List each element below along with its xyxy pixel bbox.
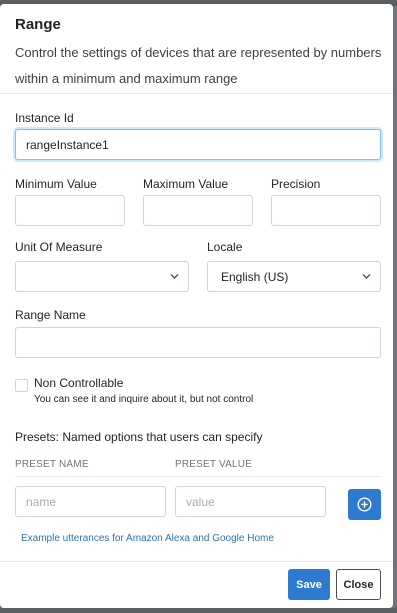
presets-divider	[15, 476, 381, 477]
save-button[interactable]: Save	[288, 569, 330, 600]
unit-of-measure-select[interactable]	[15, 261, 189, 292]
preset-value-input[interactable]	[175, 486, 326, 517]
presets-heading: Presets: Named options that users can sp…	[15, 430, 263, 444]
range-name-label: Range Name	[15, 308, 86, 322]
non-controllable-help: You can see it and inquire about it, but…	[34, 394, 254, 405]
chevron-down-icon	[170, 274, 179, 279]
range-name-input[interactable]	[15, 327, 381, 358]
instance-id-label: Instance Id	[15, 111, 74, 125]
maximum-value-label: Maximum Value	[143, 177, 229, 191]
locale-label: Locale	[207, 240, 243, 254]
instance-id-input[interactable]	[15, 129, 381, 160]
locale-value: English (US)	[221, 270, 289, 284]
plus-circle-icon	[357, 497, 372, 512]
backdrop-bottom	[0, 608, 397, 613]
dialog-description: Control the settings of devices that are…	[15, 45, 382, 86]
maximum-value-input[interactable]	[143, 195, 253, 226]
minimum-value-input[interactable]	[15, 195, 125, 226]
example-utterances-link[interactable]: Example utterances for Amazon Alexa and …	[21, 533, 274, 544]
range-dialog: Range Control the settings of devices th…	[0, 4, 393, 608]
add-preset-button[interactable]	[348, 489, 381, 520]
unit-of-measure-label: Unit Of Measure	[15, 240, 103, 254]
preset-value-column-header: PRESET VALUE	[175, 459, 253, 470]
dialog-header: Range Control the settings of devices th…	[0, 4, 393, 94]
preset-name-column-header: PRESET NAME	[15, 459, 89, 470]
preset-name-input[interactable]	[15, 486, 166, 517]
chevron-down-icon	[362, 274, 371, 279]
non-controllable-label: Non Controllable	[34, 376, 124, 390]
close-button[interactable]: Close	[336, 569, 381, 600]
precision-label: Precision	[271, 177, 321, 191]
locale-select[interactable]: English (US)	[207, 261, 381, 292]
minimum-value-label: Minimum Value	[15, 177, 97, 191]
footer-divider	[0, 561, 393, 562]
non-controllable-checkbox[interactable]	[15, 379, 28, 392]
dialog-title: Range	[15, 16, 61, 33]
precision-input[interactable]	[271, 195, 381, 226]
